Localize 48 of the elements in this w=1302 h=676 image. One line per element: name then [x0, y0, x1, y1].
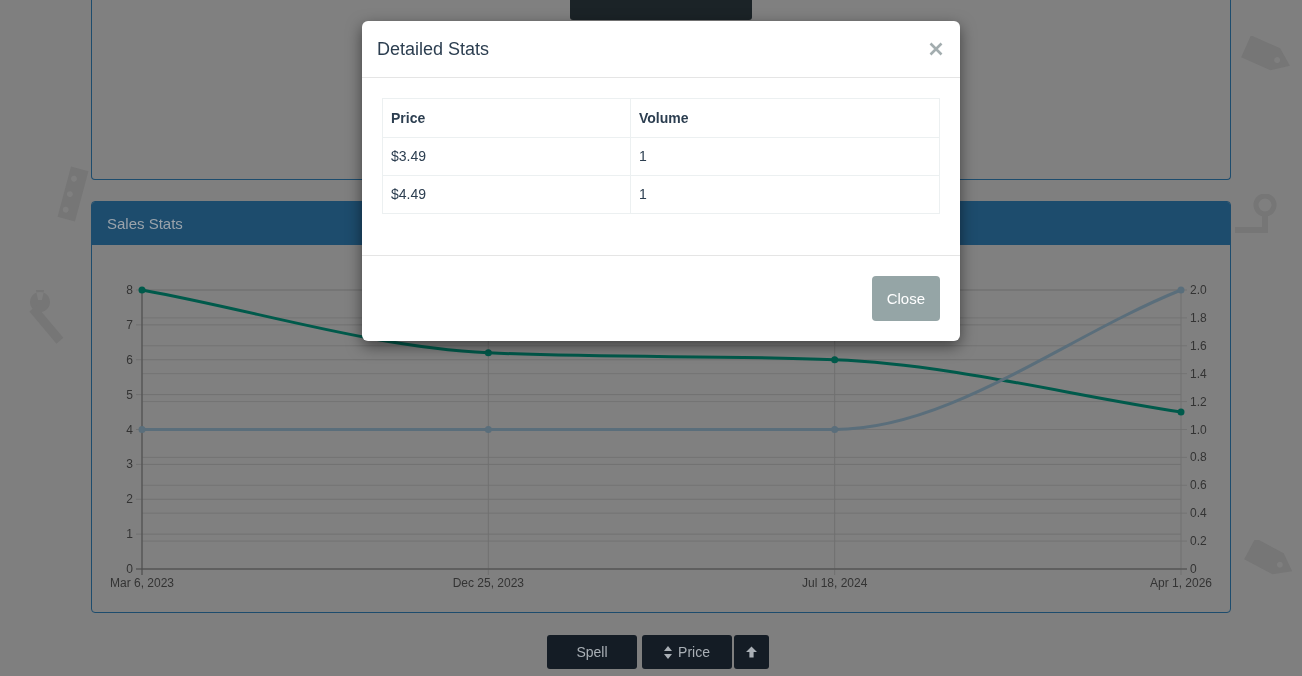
- bracket-icon: [56, 166, 90, 222]
- axis-tick-label: 3: [126, 457, 133, 472]
- axis-tick-label: Mar 6, 2023: [110, 576, 174, 590]
- column-header: Volume: [630, 98, 940, 138]
- data-point: [1177, 408, 1185, 416]
- axis-tick-label: 7: [126, 317, 133, 332]
- data-point: [138, 286, 146, 294]
- axis-tick-label: 1.8: [1190, 310, 1207, 325]
- data-point: [484, 349, 492, 357]
- axis-tick-label: Jul 18, 2024: [801, 576, 868, 590]
- data-point: [831, 356, 839, 364]
- axis-tick-label: 0.2: [1190, 534, 1207, 549]
- axis-tick-label: 8: [126, 283, 133, 297]
- axis-tick-label: 1: [126, 527, 133, 542]
- axis-tick-label: 6: [126, 352, 133, 367]
- data-point: [831, 426, 839, 433]
- table-cell: $3.49: [382, 137, 631, 176]
- axis-tick-label: 1.4: [1190, 366, 1207, 381]
- axis-tick-label: 2: [126, 492, 133, 507]
- column-header: Price: [382, 98, 631, 138]
- axis-tick-label: Dec 25, 2023: [452, 576, 525, 590]
- axis-tick-label: 1.6: [1190, 338, 1207, 353]
- axis-tick-label: 0: [1190, 562, 1197, 576]
- close-button[interactable]: [929, 42, 943, 56]
- toolbar-button[interactable]: Spell: [547, 635, 637, 669]
- axis-tick-label: 1.2: [1190, 394, 1207, 409]
- axis-tick-label: Apr 1, 2026: [1150, 576, 1212, 590]
- sort-icon: [664, 645, 673, 659]
- data-point: [138, 426, 146, 433]
- arrow-up-icon: [746, 646, 757, 658]
- data-point: [484, 426, 492, 433]
- panel-title: Sales Stats: [107, 215, 183, 232]
- axis-tick-label: 0.8: [1190, 450, 1207, 465]
- sort-field-button[interactable]: Price: [642, 635, 732, 669]
- axis-tick-label: 4: [126, 422, 133, 437]
- table-cell: 1: [630, 137, 940, 176]
- sort-direction-button[interactable]: [734, 635, 769, 669]
- axis-tick-label: 1.0: [1190, 422, 1207, 437]
- axis-tick-label: 5: [126, 387, 133, 402]
- modal-title: Detailed Stats: [377, 38, 490, 61]
- axis-tick-label: 0.6: [1190, 478, 1207, 493]
- data-point: [1177, 286, 1185, 294]
- table-cell: $4.49: [382, 175, 631, 214]
- axis-tick-label: 0.4: [1190, 506, 1207, 521]
- axis-tick-label: 2.0: [1190, 283, 1207, 297]
- axis-tick-label: 0: [126, 562, 133, 576]
- table-cell: 1: [630, 175, 940, 214]
- close-icon: [929, 42, 943, 56]
